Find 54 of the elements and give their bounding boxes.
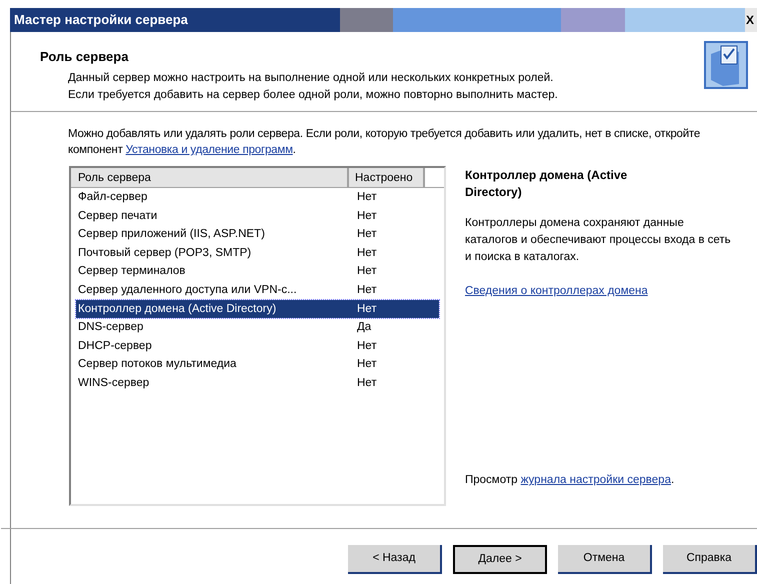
- role-name: WINS-сервер: [77, 376, 150, 391]
- configured-value: Нет: [356, 208, 377, 224]
- list-row[interactable]: Сервер печати Нет: [76, 206, 439, 226]
- role-name: Сервер удаленного доступа или VPN-с...: [77, 282, 298, 298]
- list-row[interactable]: Сервер приложений (IIS, ASP.NET) Нет: [76, 225, 439, 244]
- role-info-link[interactable]: Сведения о контроллерах домена: [465, 285, 648, 297]
- page-title: Роль сервера: [40, 48, 130, 66]
- configured-value: Нет: [356, 376, 377, 391]
- configured-value: Нет: [356, 227, 377, 242]
- role-name: DNS-сервер: [77, 320, 144, 336]
- description-line: Данный сервер можно настроить на выполнение одной или нескольких конкретных ролей.: [68, 70, 554, 86]
- role-name: Файл-сервер: [77, 190, 148, 205]
- configured-value: Нет: [356, 246, 377, 261]
- roles-list[interactable]: [69, 166, 446, 506]
- configured-value: Нет: [356, 264, 377, 280]
- server-checklist-icon: [703, 40, 749, 90]
- role-name: Почтовый сервер (POP3, SMTP): [77, 246, 252, 261]
- wizard-button[interactable]: Справка: [663, 545, 757, 574]
- window-title: Мастер настройки сервера: [14, 11, 188, 30]
- column-header[interactable]: Роль сервера: [71, 168, 349, 187]
- configured-value: Да: [356, 320, 372, 336]
- role-name: Сервер потоков мультимедиа: [77, 357, 238, 372]
- wizard-button[interactable]: Далее >: [453, 545, 548, 574]
- role-description: Контроллеры домена сохраняют данные каталогов и обеспечивают процессы входа в сеть и поиска в каталогах.: [465, 216, 732, 265]
- intro-text: Можно добавлять или удалять роли сервера. Если роли, которую требуется добавить или удалить, нет в списке, откройте компонент Установка и удаление программ.: [67, 127, 702, 158]
- list-row[interactable]: DHCP-сервер Нет: [76, 336, 439, 356]
- list-row[interactable]: Контроллер домена (Active Directory) Нет: [76, 300, 439, 318]
- role-name: Сервер приложений (IIS, ASP.NET): [77, 227, 266, 242]
- list-row[interactable]: Сервер удаленного доступа или VPN-с... Нет: [76, 280, 439, 300]
- add-remove-programs-link[interactable]: Установка и удаление программ: [126, 144, 293, 156]
- log-prefix-text: Просмотр: [465, 474, 518, 486]
- role-name: Сервер печати: [77, 208, 158, 224]
- list-row[interactable]: Сервер терминалов Нет: [76, 262, 439, 281]
- role-name: Сервер терминалов: [77, 264, 186, 280]
- configured-value: Нет: [356, 282, 377, 298]
- list-row[interactable]: Файл-сервер Нет: [76, 188, 439, 207]
- configured-value: Нет: [356, 338, 377, 354]
- role-title: Контроллер домена (Active Directory): [465, 167, 628, 201]
- configured-value: Нет: [356, 357, 377, 372]
- list-row[interactable]: Сервер потоков мультимедиа Нет: [76, 355, 439, 374]
- log-link[interactable]: журнала настройки сервера: [520, 474, 671, 486]
- configured-value: Нет: [356, 302, 377, 317]
- period-text: .: [670, 474, 674, 486]
- column-header[interactable]: Настроено: [349, 168, 425, 187]
- wizard-button[interactable]: Отмена: [558, 545, 652, 574]
- list-row[interactable]: Почтовый сервер (POP3, SMTP) Нет: [76, 244, 439, 262]
- description-line: Если требуется добавить на сервер более одной роли, можно повторно выполнить мастер.: [68, 88, 559, 102]
- close-button[interactable]: X: [745, 8, 757, 32]
- list-row[interactable]: DNS-сервер Да: [76, 318, 439, 337]
- configured-value: Нет: [356, 190, 377, 205]
- role-name: Контроллер домена (Active Directory): [77, 302, 278, 317]
- list-row[interactable]: WINS-сервер Нет: [76, 374, 439, 393]
- wizard-button[interactable]: < Назад: [348, 545, 442, 574]
- role-name: DHCP-сервер: [77, 338, 153, 354]
